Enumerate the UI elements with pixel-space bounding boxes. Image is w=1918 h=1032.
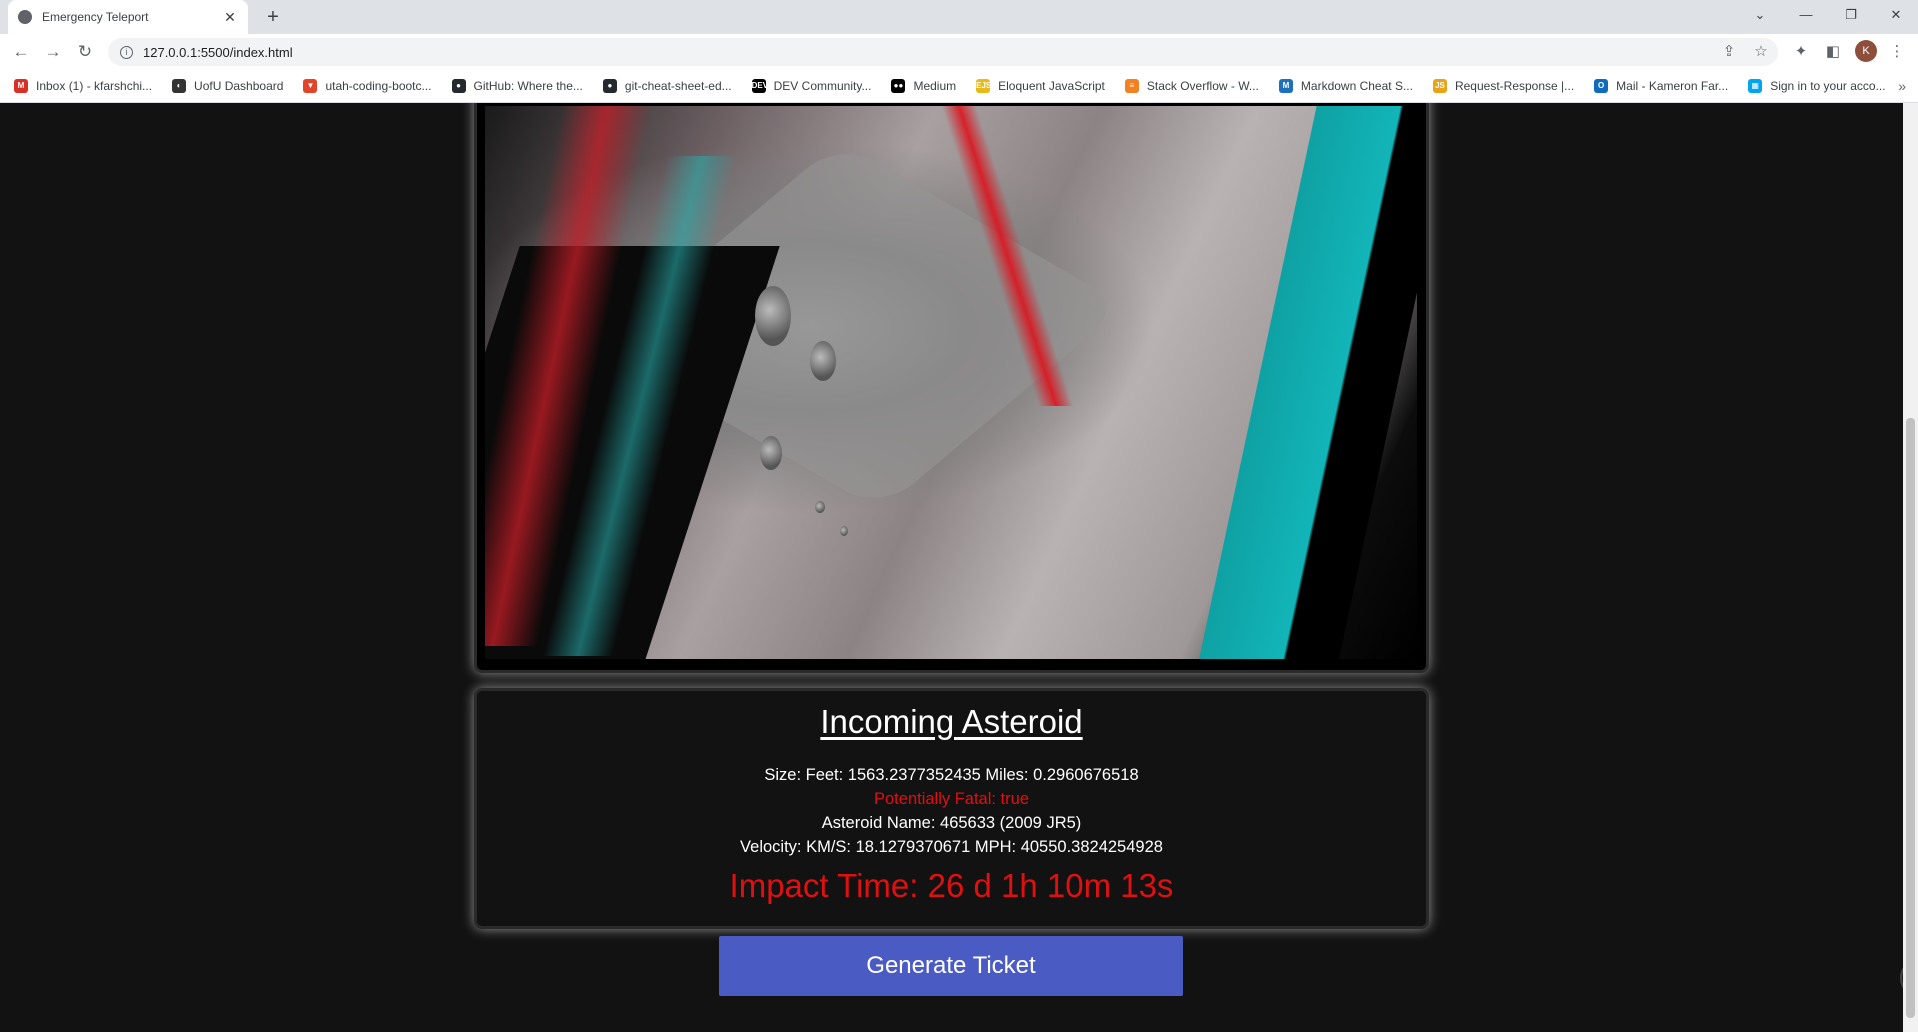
share-icon[interactable]: ⇪ xyxy=(1719,42,1739,62)
bookmark-item[interactable]: EJS Eloquent JavaScript xyxy=(976,79,1105,93)
minimize-icon[interactable]: — xyxy=(1786,0,1826,30)
asteroid-title: Incoming Asteroid xyxy=(820,703,1083,740)
tab-search-icon[interactable]: ⌄ xyxy=(1740,0,1780,30)
bookmark-item[interactable]: M Inbox (1) - kfarshchi... xyxy=(14,79,152,93)
bookmark-label: Inbox (1) - kfarshchi... xyxy=(36,79,153,93)
github-icon: ● xyxy=(451,79,466,93)
globe-icon xyxy=(18,10,32,24)
url-text: 127.0.0.1:5500/index.html xyxy=(143,44,293,60)
size-line: Size: Feet: 1563.2377352435 Miles: 0.296… xyxy=(764,766,1139,784)
bookmark-label: git-cheat-sheet-ed... xyxy=(624,79,732,93)
velocity-line: Velocity: KM/S: 18.1279370671 MPH: 40550… xyxy=(740,838,1163,856)
reload-icon[interactable]: ↻ xyxy=(74,41,96,63)
scrollbar[interactable] xyxy=(1903,103,1918,1032)
generate-ticket-button[interactable]: Generate Ticket xyxy=(719,936,1183,996)
side-panel-icon[interactable]: ◧ xyxy=(1823,42,1843,62)
asteroid-details: Size: Feet: 1563.2377352435 Miles: 0.296… xyxy=(477,763,1426,859)
bookmark-item[interactable]: ● git-cheat-sheet-ed... xyxy=(602,79,732,93)
asteroid-info-card: Incoming Asteroid Size: Feet: 1563.23773… xyxy=(474,688,1429,929)
bookmark-label: Mail - Kameron Far... xyxy=(1616,79,1729,93)
bookmark-label: Sign in to your acco... xyxy=(1770,79,1886,93)
bookmark-item[interactable]: M Markdown Cheat S... xyxy=(1278,79,1413,93)
bookmark-item[interactable]: ●● Medium xyxy=(891,79,956,93)
tab-emergency-teleport[interactable]: Emergency Teleport ✕ xyxy=(8,0,248,34)
page-viewport: Incoming Asteroid Size: Feet: 1563.23773… xyxy=(0,103,1903,1032)
site-info-icon[interactable]: i xyxy=(120,45,133,59)
back-icon[interactable]: ← xyxy=(10,41,32,63)
bookmark-label: Stack Overflow - W... xyxy=(1146,79,1259,93)
bookmark-item[interactable]: ≡ Stack Overflow - W... xyxy=(1124,79,1259,93)
scrollbar-thumb[interactable] xyxy=(1906,418,1915,1018)
tab-title: Emergency Teleport xyxy=(42,10,149,24)
microsoft-icon: ▦ xyxy=(1748,79,1763,93)
impact-time: Impact Time: 26 d 1h 10m 13s xyxy=(729,867,1174,904)
dev-icon: DEV xyxy=(751,79,768,93)
bookmark-label: Request-Response |... xyxy=(1454,79,1575,93)
medium-icon: ●● xyxy=(891,79,906,93)
ejs-icon: EJS xyxy=(976,79,991,93)
gitlab-icon: ▼ xyxy=(303,79,318,93)
bookmarks-overflow-icon[interactable]: » xyxy=(1898,78,1906,94)
bookmark-item[interactable]: ▼ utah-coding-bootc... xyxy=(303,79,432,93)
close-icon[interactable]: ✕ xyxy=(222,9,238,26)
gmail-icon: M xyxy=(14,79,28,93)
bookmark-label: utah-coding-bootc... xyxy=(325,79,432,93)
bookmark-label: Eloquent JavaScript xyxy=(998,79,1105,93)
bookmark-label: UofU Dashboard xyxy=(194,79,284,93)
window-close-icon[interactable]: ✕ xyxy=(1876,0,1916,30)
asteroid-image-card xyxy=(474,103,1429,673)
toolbar: ← → ↻ i 127.0.0.1:5500/index.html ⇪ ☆ ✦ … xyxy=(0,34,1918,70)
github-icon: ● xyxy=(602,79,617,93)
tab-strip: Emergency Teleport ✕ + ⌄ — ❐ ✕ xyxy=(0,0,1918,34)
canvas-icon: ◐ xyxy=(172,79,187,93)
bookmark-item[interactable]: DEV DEV Community... xyxy=(751,79,872,93)
forward-icon[interactable]: → xyxy=(42,41,64,63)
new-tab-button[interactable]: + xyxy=(260,4,286,30)
asteroid-image xyxy=(485,106,1417,659)
bookmark-label: GitHub: Where the... xyxy=(473,79,583,93)
address-bar[interactable]: i 127.0.0.1:5500/index.html xyxy=(108,38,1778,66)
bookmark-star-icon[interactable]: ☆ xyxy=(1751,42,1771,62)
menu-icon[interactable]: ⋮ xyxy=(1887,42,1907,62)
bookmark-label: DEV Community... xyxy=(773,79,872,93)
bookmark-label: Markdown Cheat S... xyxy=(1300,79,1413,93)
bookmark-item[interactable]: ● GitHub: Where the... xyxy=(451,79,583,93)
bookmarks-bar: M Inbox (1) - kfarshchi... ◐ UofU Dashboard… xyxy=(0,70,1918,103)
extensions-icon[interactable]: ✦ xyxy=(1791,42,1811,62)
bookmark-item[interactable]: JS Request-Response |... xyxy=(1432,79,1575,93)
bookmark-item[interactable]: ▦ Sign in to your acco... xyxy=(1748,79,1886,93)
browser-chrome: Emergency Teleport ✕ + ⌄ — ❐ ✕ ← → ↻ i 1… xyxy=(0,0,1918,103)
asteroid-name-line: Asteroid Name: 465633 (2009 JR5) xyxy=(821,814,1082,832)
profile-avatar[interactable]: K xyxy=(1855,40,1877,62)
restore-icon[interactable]: ❐ xyxy=(1831,0,1871,30)
bookmark-item[interactable]: O Mail - Kameron Far... xyxy=(1594,79,1728,93)
bookmark-item[interactable]: ◐ UofU Dashboard xyxy=(172,79,283,93)
stackoverflow-icon: ≡ xyxy=(1124,79,1139,93)
markdown-icon: M xyxy=(1278,79,1293,93)
rr-icon: JS xyxy=(1432,79,1447,93)
bookmark-label: Medium xyxy=(913,79,957,93)
fatal-line: Potentially Fatal: true xyxy=(874,790,1029,808)
outlook-icon: O xyxy=(1594,79,1609,93)
